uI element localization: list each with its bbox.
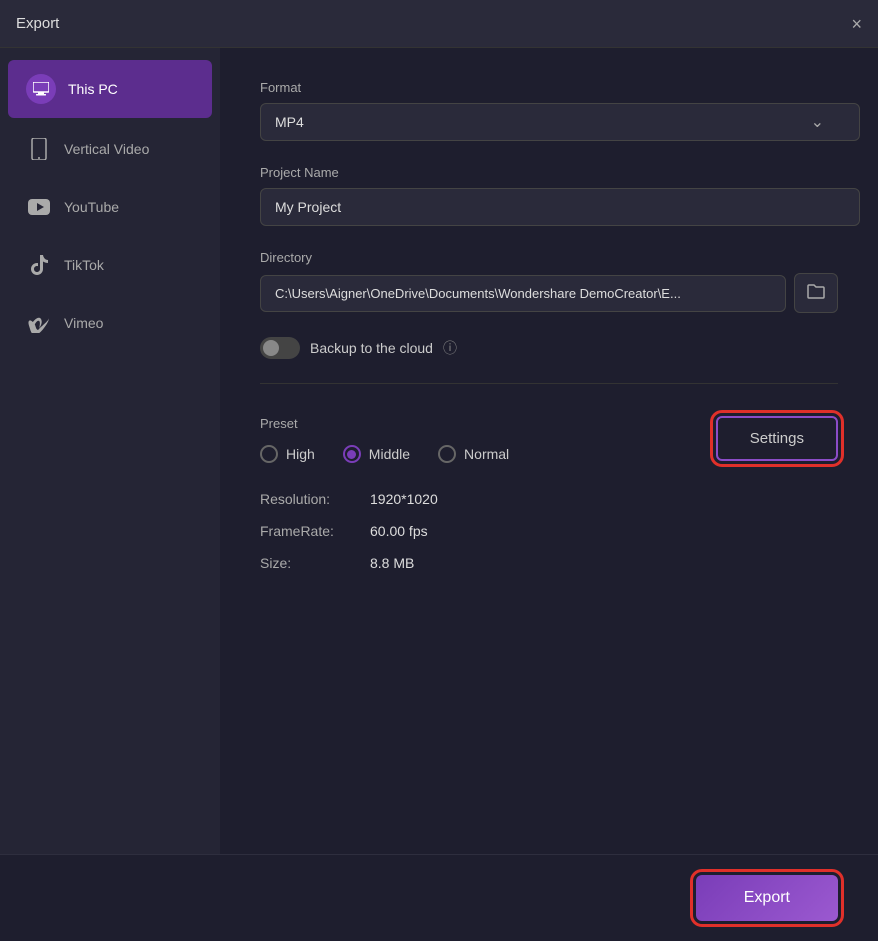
directory-input[interactable] — [260, 275, 786, 312]
dialog-title: Export — [16, 15, 59, 32]
main-layout: This PC Vertical Video YouTube — [0, 48, 878, 854]
vimeo-icon — [26, 310, 52, 336]
radio-label-high: High — [286, 446, 315, 462]
radio-option-middle[interactable]: Middle — [343, 445, 410, 463]
sidebar-label-tiktok: TikTok — [64, 257, 104, 273]
backup-toggle[interactable] — [260, 337, 300, 359]
main-content: Format MP4 ⌄ Project Name Directory B — [220, 48, 878, 854]
radio-outer-high — [260, 445, 278, 463]
backup-label: Backup to the cloud — [310, 340, 433, 356]
help-icon[interactable]: ⓘ — [443, 338, 457, 358]
sidebar-item-vertical-video[interactable]: Vertical Video — [8, 122, 212, 176]
size-value: 8.8 MB — [370, 555, 838, 571]
settings-button[interactable]: Settings — [716, 416, 838, 461]
project-name-input[interactable] — [260, 188, 860, 226]
sidebar-item-tiktok[interactable]: TikTok — [8, 238, 212, 292]
framerate-key: FrameRate: — [260, 523, 370, 539]
sidebar-item-this-pc[interactable]: This PC — [8, 60, 212, 118]
radio-option-normal[interactable]: Normal — [438, 445, 509, 463]
title-bar: Export × — [0, 0, 878, 48]
tiktok-icon — [26, 252, 52, 278]
sidebar-label-vertical-video: Vertical Video — [64, 141, 149, 157]
format-select-wrapper: MP4 ⌄ — [260, 103, 838, 141]
close-button[interactable]: × — [851, 15, 862, 33]
resolution-value: 1920*1020 — [370, 491, 838, 507]
youtube-icon — [26, 194, 52, 220]
export-button[interactable]: Export — [696, 875, 838, 921]
vertical-video-icon — [26, 136, 52, 162]
radio-outer-normal — [438, 445, 456, 463]
radio-label-middle: Middle — [369, 446, 410, 462]
radio-group: High Middle Normal — [260, 445, 716, 463]
radio-outer-middle — [343, 445, 361, 463]
sidebar-item-youtube[interactable]: YouTube — [8, 180, 212, 234]
footer: Export — [0, 854, 878, 941]
preset-settings-row: Preset High Middle — [260, 416, 838, 463]
framerate-value: 60.00 fps — [370, 523, 838, 539]
this-pc-icon — [26, 74, 56, 104]
radio-label-normal: Normal — [464, 446, 509, 462]
directory-row — [260, 273, 838, 313]
browse-folder-button[interactable] — [794, 273, 838, 313]
toggle-thumb — [263, 340, 279, 356]
size-key: Size: — [260, 555, 370, 571]
sidebar: This PC Vertical Video YouTube — [0, 48, 220, 854]
radio-option-high[interactable]: High — [260, 445, 315, 463]
sidebar-label-this-pc: This PC — [68, 81, 118, 97]
preset-left: Preset High Middle — [260, 416, 716, 463]
radio-inner-middle — [347, 450, 356, 459]
resolution-key: Resolution: — [260, 491, 370, 507]
format-label: Format — [260, 80, 838, 95]
backup-row: Backup to the cloud ⓘ — [260, 337, 838, 384]
sidebar-label-youtube: YouTube — [64, 199, 119, 215]
sidebar-label-vimeo: Vimeo — [64, 315, 103, 331]
sidebar-item-vimeo[interactable]: Vimeo — [8, 296, 212, 350]
info-grid: Resolution: 1920*1020 FrameRate: 60.00 f… — [260, 491, 838, 571]
project-name-label: Project Name — [260, 165, 838, 180]
format-select[interactable]: MP4 — [260, 103, 860, 141]
directory-label: Directory — [260, 250, 838, 265]
preset-label: Preset — [260, 416, 716, 431]
